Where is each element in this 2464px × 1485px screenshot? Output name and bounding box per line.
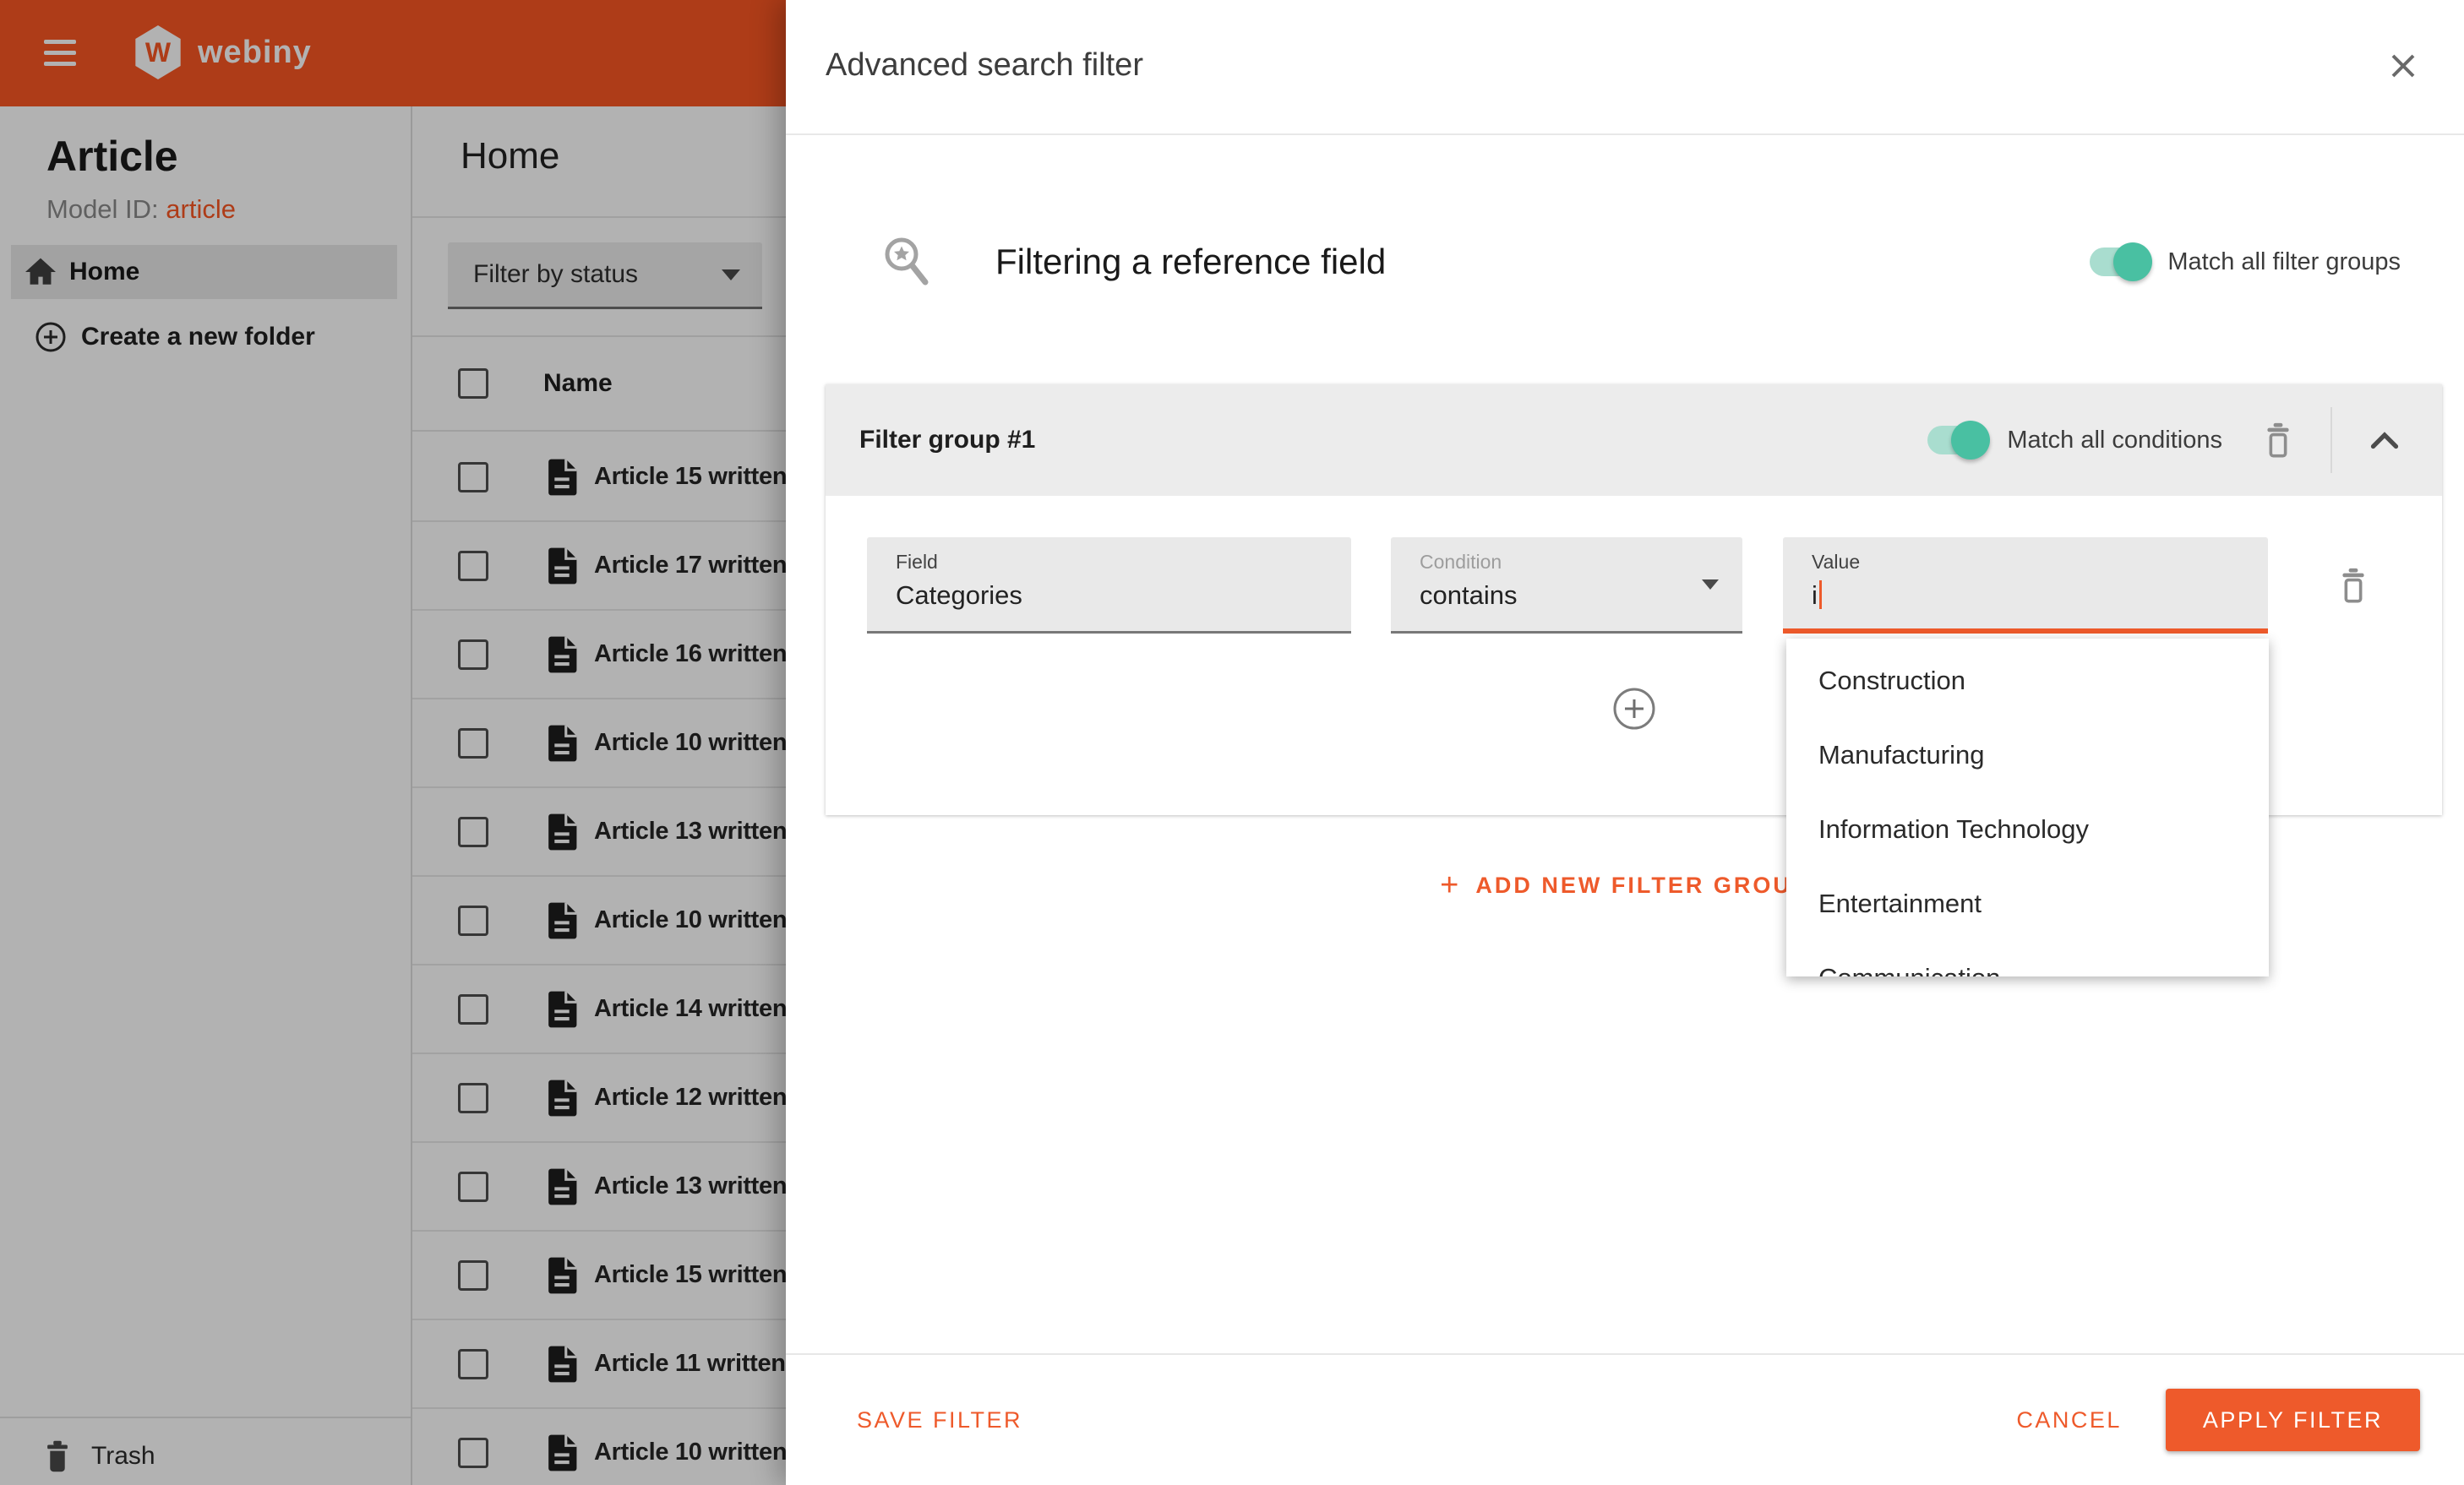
dropdown-option[interactable]: Manufacturing	[1786, 718, 2269, 792]
add-new-filter-group-label: ADD NEW FILTER GROUP	[1475, 872, 1810, 898]
dialog-footer: SAVE FILTER CANCEL APPLY FILTER	[786, 1353, 2464, 1485]
match-all-groups-toggle[interactable]	[2090, 242, 2153, 281]
plus-icon: +	[1440, 868, 1459, 903]
field-label: Field	[896, 551, 938, 573]
text-cursor	[1818, 580, 1822, 609]
delete-condition-button[interactable]	[2338, 567, 2369, 604]
dropdown-option[interactable]: Communication	[1786, 941, 2269, 976]
dropdown-option[interactable]: Construction	[1786, 644, 2269, 718]
filter-group-header: Filter group #1 Match all conditions	[826, 384, 2442, 496]
dropdown-option[interactable]: Information Technology	[1786, 792, 2269, 867]
value-text: i	[1812, 580, 1818, 610]
dialog-title: Advanced search filter	[826, 47, 1143, 83]
webiny-app: W webiny Article Model ID: article Home …	[0, 0, 2464, 1485]
value-options-dropdown: Construction Manufacturing Information T…	[1786, 639, 2269, 976]
collapse-group-button[interactable]	[2369, 431, 2400, 449]
field-select[interactable]: Field Categories	[867, 537, 1351, 634]
value-input[interactable]: Value i	[1783, 537, 2268, 634]
chevron-down-icon	[1702, 579, 1719, 590]
match-all-conditions-toggle[interactable]	[1927, 421, 1991, 460]
dropdown-option[interactable]: Entertainment	[1786, 867, 2269, 941]
filter-name-heading: Filtering a reference field	[995, 242, 1387, 281]
filter-title-section: Filtering a reference field Match all fi…	[879, 226, 2401, 297]
advanced-search-filter-dialog: Advanced search filter Filtering a refer…	[786, 0, 2464, 1485]
trash-outline-icon	[2267, 422, 2289, 458]
dialog-header: Advanced search filter	[786, 0, 2464, 135]
save-filter-button[interactable]: SAVE FILTER	[852, 1406, 1028, 1434]
field-value: Categories	[896, 580, 1022, 610]
trash-outline-icon	[2342, 568, 2364, 603]
vertical-divider	[2330, 407, 2332, 473]
match-all-conditions-label: Match all conditions	[2007, 426, 2222, 454]
value-label: Value	[1812, 551, 1861, 573]
condition-value: contains	[1420, 580, 1518, 610]
add-condition-button[interactable]	[1611, 686, 1657, 732]
close-icon[interactable]	[2386, 49, 2420, 83]
delete-group-button[interactable]	[2263, 422, 2293, 459]
apply-filter-button[interactable]: APPLY FILTER	[2165, 1389, 2420, 1451]
condition-label: Condition	[1420, 551, 1502, 573]
chevron-up-icon	[2370, 432, 2399, 449]
search-star-icon	[885, 237, 929, 286]
cancel-button[interactable]: CANCEL	[2011, 1406, 2127, 1434]
filter-group-title: Filter group #1	[859, 426, 1036, 454]
condition-select[interactable]: Condition contains	[1391, 537, 1742, 634]
match-all-groups-label: Match all filter groups	[2167, 248, 2401, 275]
